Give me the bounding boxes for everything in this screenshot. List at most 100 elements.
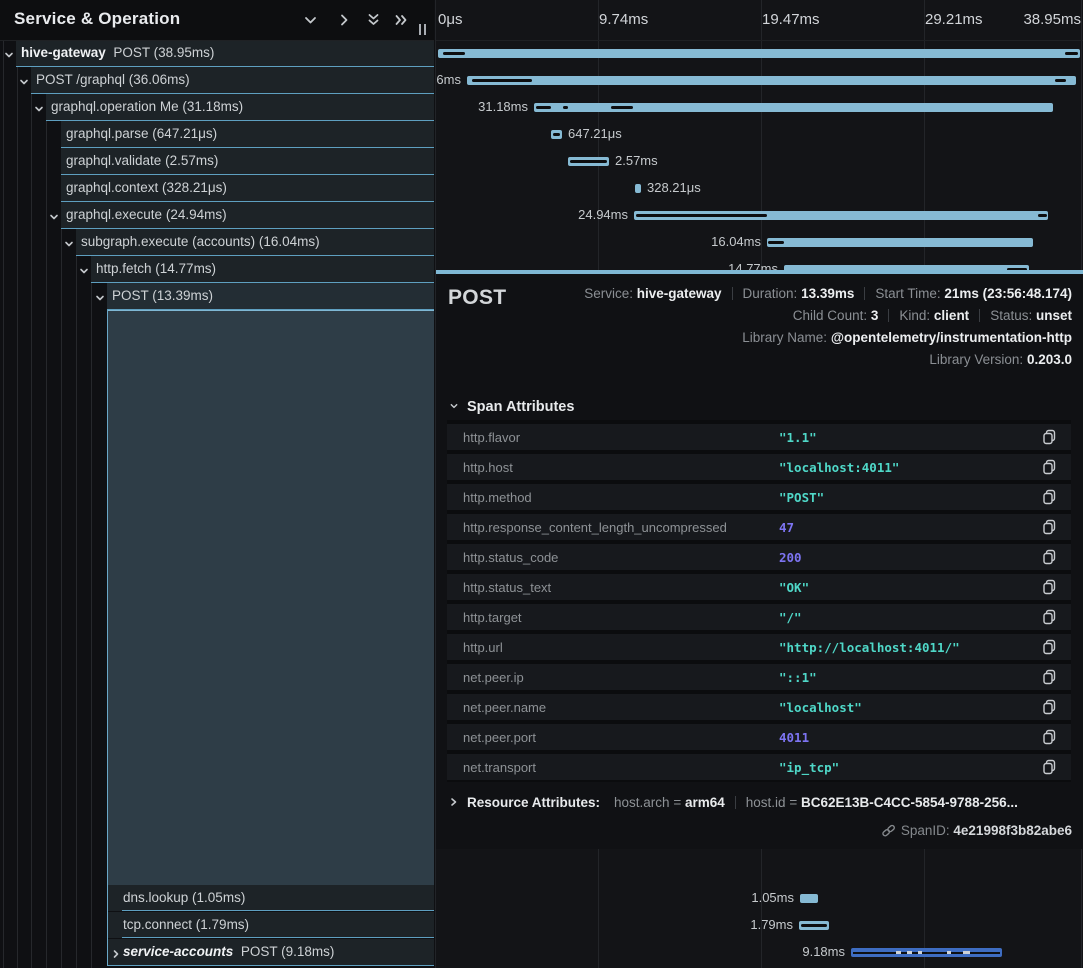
resource-value: arm64 (685, 795, 725, 810)
span-bar-post-graphql[interactable] (467, 76, 1076, 85)
attribute-value: "POST" (779, 490, 824, 505)
attribute-value: 4011 (779, 730, 809, 745)
copy-icon[interactable] (1042, 489, 1057, 510)
indent-guide (46, 40, 47, 968)
axis-tick: 29.21ms (925, 11, 983, 28)
span-bar-tcp-connect[interactable] (799, 921, 829, 930)
operation-label: POST /graphql (36.06ms) (36, 72, 190, 87)
tree-row-graphql-operation-me[interactable]: graphql.operation Me (31.18ms) (46, 94, 434, 121)
selected-subtree-line (107, 310, 108, 966)
tree-row-graphql-parse[interactable]: graphql.parse (647.21μs) (61, 121, 434, 148)
expand-one-icon[interactable] (337, 13, 353, 27)
operation-label: POST (9.18ms) (241, 944, 335, 959)
chevron-down-icon[interactable] (34, 102, 44, 117)
bar-duration-label: 16.04ms (711, 234, 761, 249)
copy-icon[interactable] (1042, 549, 1057, 570)
attribute-row: net.peer.ip"::1" (447, 664, 1071, 690)
copy-icon[interactable] (1042, 759, 1057, 780)
attribute-key: net.transport (463, 760, 536, 775)
span-attributes-section-header[interactable]: Span Attributes (449, 399, 574, 415)
attribute-row: http.status_code200 (447, 544, 1071, 570)
copy-icon[interactable] (1042, 609, 1057, 630)
bar-duration-label: 2.57ms (615, 153, 658, 168)
column-resizer-handle[interactable] (419, 24, 429, 36)
attribute-key: http.host (463, 460, 513, 475)
tree-row-hive-gateway-post[interactable]: hive-gateway POST (38.95ms) (16, 40, 434, 67)
bar-duration-label: 9.18ms (802, 944, 845, 959)
indent-guide (17, 40, 18, 968)
tree-row-http-fetch[interactable]: http.fetch (14.77ms) (91, 256, 434, 283)
chevron-right-icon (449, 797, 459, 807)
operation-label: tcp.connect (1.79ms) (123, 917, 249, 932)
collapse-one-icon[interactable] (303, 13, 319, 27)
collapse-all-icon[interactable] (366, 13, 382, 27)
chevron-down-icon[interactable] (4, 48, 14, 63)
attribute-row: http.target"/" (447, 604, 1071, 630)
attribute-key: http.flavor (463, 430, 520, 445)
span-bar-graphql-context[interactable] (635, 184, 641, 193)
tree-row-tcp-connect[interactable]: tcp.connect (1.79ms) (108, 912, 434, 938)
tree-row-graphql-context[interactable]: graphql.context (328.21μs) (61, 175, 434, 202)
attribute-key: http.status_text (463, 580, 551, 595)
resource-value: BC62E13B-C4CC-5854-9788-256... (801, 795, 1018, 810)
span-id-footer: SpanID: 4e21998f3b82abe6 (881, 823, 1072, 838)
span-bar-graphql-parse[interactable] (551, 130, 562, 139)
attribute-row: http.response_content_length_uncompresse… (447, 514, 1071, 540)
attribute-row: net.peer.name"localhost" (447, 694, 1071, 720)
operation-label: graphql.operation Me (31.18ms) (51, 99, 243, 114)
copy-icon[interactable] (1042, 459, 1057, 480)
expand-all-icon[interactable] (394, 13, 410, 27)
chevron-down-icon[interactable] (49, 210, 59, 225)
copy-icon[interactable] (1042, 729, 1057, 750)
resource-key: host.id (746, 795, 786, 810)
indent-guide (3, 40, 4, 968)
chevron-down-icon[interactable] (95, 291, 105, 306)
start-time-value: 21ms (23:56:48.174) (944, 286, 1072, 301)
axis-tick: 38.95ms (1023, 11, 1081, 28)
span-bar-graphql-operation[interactable] (534, 103, 1053, 112)
attribute-key: net.peer.port (463, 730, 536, 745)
resource-key: host.arch (614, 795, 670, 810)
operation-label: graphql.validate (2.57ms) (66, 153, 218, 168)
tree-row-service-accounts-post[interactable]: service-accounts POST (9.18ms) (108, 939, 434, 966)
resource-attributes-row[interactable]: Resource Attributes:host.arch = arm64hos… (449, 795, 1018, 810)
copy-icon[interactable] (1042, 519, 1057, 540)
tree-row-post-graphql[interactable]: POST /graphql (36.06ms) (31, 67, 434, 94)
span-id-value: 4e21998f3b82abe6 (953, 823, 1072, 838)
tree-row-graphql-execute[interactable]: graphql.execute (24.94ms) (61, 202, 434, 229)
bar-duration-label: 1.79ms (750, 917, 793, 932)
attribute-value: 200 (779, 550, 802, 565)
tree-row-subgraph-execute[interactable]: subgraph.execute (accounts) (16.04ms) (76, 229, 434, 256)
link-icon (881, 824, 896, 837)
copy-icon[interactable] (1042, 699, 1057, 720)
span-bar-graphql-execute[interactable] (634, 211, 1048, 220)
bar-duration-label: 647.21μs (568, 126, 622, 141)
attribute-value: "localhost:4011" (779, 460, 899, 475)
tree-row-dns-lookup[interactable]: dns.lookup (1.05ms) (108, 885, 434, 911)
chevron-down-icon[interactable] (79, 264, 89, 279)
attribute-value: 47 (779, 520, 794, 535)
attribute-key: net.peer.name (463, 700, 546, 715)
chevron-right-icon[interactable] (111, 947, 121, 962)
copy-icon[interactable] (1042, 669, 1057, 690)
chevron-down-icon[interactable] (64, 237, 74, 252)
span-bar-service-accounts-post[interactable] (851, 948, 1002, 957)
attribute-value: "ip_tcp" (779, 760, 839, 775)
copy-icon[interactable] (1042, 579, 1057, 600)
span-bar-subgraph-execute[interactable] (767, 238, 1033, 247)
chevron-down-icon[interactable] (19, 75, 29, 90)
copy-icon[interactable] (1042, 429, 1057, 450)
attribute-value: "/" (779, 610, 802, 625)
tree-row-post-selected[interactable]: POST (13.39ms) (107, 283, 434, 310)
axis-tick: 0μs (438, 11, 463, 28)
operation-label: graphql.execute (24.94ms) (66, 207, 227, 222)
bar-duration-label: 24.94ms (578, 207, 628, 222)
attribute-row: http.method"POST" (447, 484, 1071, 510)
copy-icon[interactable] (1042, 639, 1057, 660)
tree-row-graphql-validate[interactable]: graphql.validate (2.57ms) (61, 148, 434, 175)
span-bar-graphql-validate[interactable] (568, 157, 609, 166)
span-bar-dns-lookup[interactable] (800, 894, 818, 903)
bar-duration-label: 1.05ms (751, 890, 794, 905)
span-bar-hive-gateway-post[interactable] (438, 49, 1080, 58)
span-tree: hive-gateway POST (38.95ms) POST /graphq… (0, 40, 434, 968)
